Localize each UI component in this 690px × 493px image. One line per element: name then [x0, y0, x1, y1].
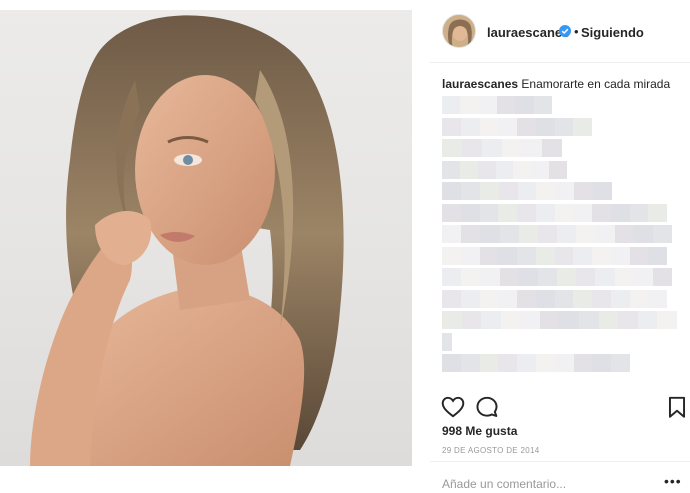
instagram-post: lauraescanes • Siguiendo lauraescanes En… — [0, 0, 690, 493]
more-options-button[interactable]: ••• — [664, 473, 682, 489]
blurred-comment-line — [442, 225, 673, 243]
following-button[interactable]: Siguiendo — [581, 25, 644, 40]
blurred-comment-line — [442, 203, 667, 222]
header-divider — [430, 62, 690, 63]
post-date: 29 DE AGOSTO DE 2014 — [442, 446, 540, 455]
blurred-comment-line — [442, 139, 562, 157]
verified-badge-icon — [559, 25, 571, 37]
caption-username[interactable]: lauraescanes — [442, 77, 518, 91]
post-sidebar: lauraescanes • Siguiendo lauraescanes En… — [430, 0, 690, 493]
bookmark-icon[interactable] — [664, 394, 690, 420]
blurred-comment-line — [442, 354, 630, 372]
blurred-comment-line — [442, 96, 552, 114]
post-header: lauraescanes • Siguiendo — [430, 10, 690, 56]
blurred-comment-line — [442, 289, 667, 308]
blurred-comment-line — [442, 268, 673, 286]
portrait-illustration — [30, 15, 344, 466]
likes-count[interactable]: 998 Me gusta — [442, 424, 517, 438]
post-caption: lauraescanes Enamorarte en cada mirada — [442, 77, 670, 91]
comment-box: ••• — [430, 461, 690, 493]
blurred-comment-line — [442, 332, 452, 351]
blurred-comment-line — [442, 311, 677, 329]
blurred-comments — [430, 96, 690, 396]
avatar-image — [443, 15, 475, 47]
heart-icon[interactable] — [440, 394, 466, 420]
post-photo[interactable] — [0, 10, 412, 466]
comment-icon[interactable] — [474, 394, 500, 420]
caption-text: Enamorarte en cada mirada — [521, 77, 671, 91]
avatar[interactable] — [442, 14, 476, 48]
header-username[interactable]: lauraescanes — [487, 25, 569, 40]
blurred-comment-line — [442, 117, 592, 136]
blurred-comment-line — [442, 160, 568, 179]
post-actions — [430, 392, 690, 422]
blurred-comment-line — [442, 182, 613, 200]
blurred-comment-line — [442, 246, 667, 265]
header-separator: • — [574, 24, 579, 39]
comment-input[interactable] — [442, 477, 652, 491]
